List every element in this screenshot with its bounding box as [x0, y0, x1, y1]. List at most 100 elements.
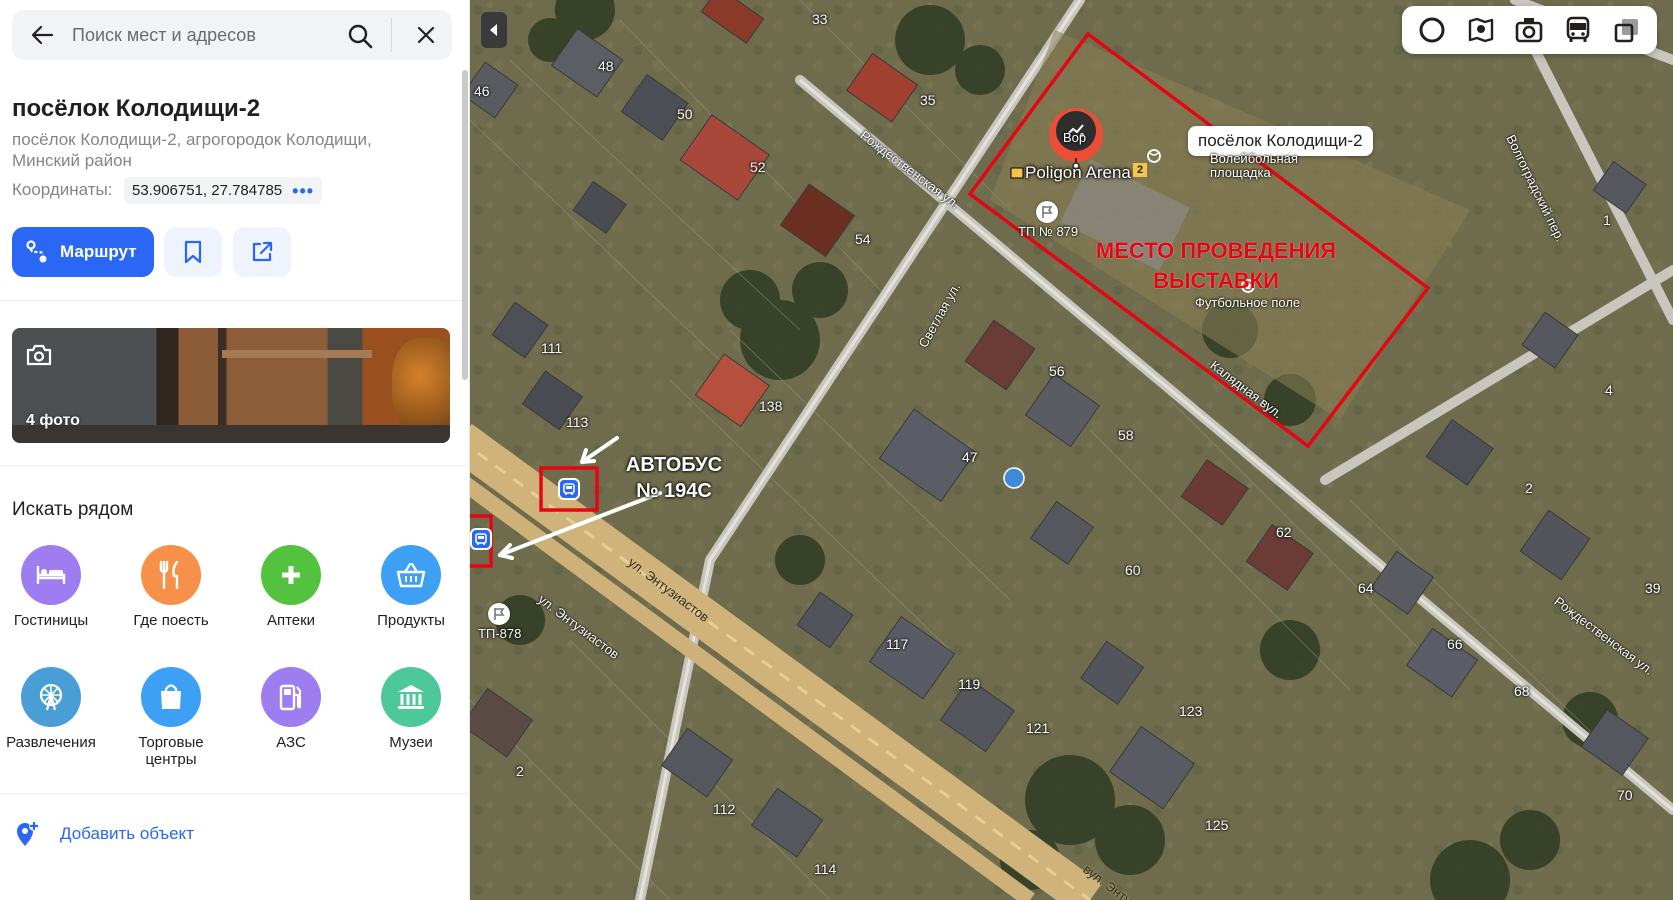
- house-number: 48: [598, 58, 614, 74]
- bus-stop-icon[interactable]: [558, 478, 580, 500]
- house-number: 113: [566, 414, 589, 430]
- category-hotels[interactable]: Гостиницы: [0, 545, 106, 629]
- house-number: 121: [1026, 720, 1050, 736]
- house-number: 112: [713, 801, 736, 817]
- chevron-left-icon: [490, 24, 497, 36]
- category-label: Гостиницы: [13, 612, 89, 629]
- add-object-link[interactable]: Добавить объект: [14, 820, 194, 848]
- search-divider: [391, 18, 392, 52]
- house-number: 64: [1358, 580, 1374, 596]
- place-address: посёлок Колодищи-2, агрогородок Колодищи…: [12, 130, 372, 170]
- bus-stop-icon[interactable]: [470, 528, 492, 550]
- museum-icon: [398, 685, 424, 709]
- football-label[interactable]: Футбольное поле: [1195, 296, 1300, 310]
- more-dots-icon[interactable]: •••: [292, 182, 314, 200]
- search-icon[interactable]: [347, 23, 373, 49]
- share-icon: [252, 241, 273, 262]
- house-number: 114: [814, 861, 837, 877]
- house-number: 52: [750, 159, 766, 175]
- category-label: Продукты: [377, 612, 445, 629]
- shopping-bag-icon: [161, 684, 181, 709]
- house-number: 66: [1447, 636, 1463, 652]
- search-box: [12, 10, 452, 60]
- house-number: 35: [920, 92, 936, 108]
- arena-label[interactable]: Poligon Arena: [1025, 163, 1131, 183]
- volleyball-label[interactable]: Волейбольная площадка: [1210, 152, 1320, 180]
- photo-content: [222, 350, 372, 358]
- section-divider: [0, 793, 468, 794]
- category-food[interactable]: Где поесть: [116, 545, 226, 629]
- house-number: 47: [962, 449, 978, 465]
- house-number: 70: [1617, 787, 1633, 803]
- flag-icon: [1036, 201, 1058, 223]
- category-label: Где поесть: [133, 612, 209, 629]
- category-label: Торговые центры: [138, 734, 204, 768]
- bus-annotation: АВТОБУС № 194С: [625, 454, 723, 502]
- route-button-label: Маршрут: [60, 242, 137, 261]
- nearby-title: Искать рядом: [12, 499, 134, 520]
- coordinates-box[interactable]: 53.906751, 27.784785 •••: [124, 177, 323, 204]
- house-number: 123: [1179, 703, 1203, 719]
- category-entertainment[interactable]: Развлечения: [0, 667, 106, 751]
- transit-button[interactable]: [1558, 10, 1598, 50]
- substation-label: ТП-878: [478, 626, 522, 641]
- house-number: 58: [1118, 427, 1134, 443]
- search-input[interactable]: [72, 10, 342, 60]
- layers-button[interactable]: [1412, 10, 1452, 50]
- house-number: 117: [886, 636, 909, 652]
- photos-layer-button[interactable]: [1509, 10, 1549, 50]
- fuel-pump-icon: [279, 684, 302, 711]
- category-malls[interactable]: Торговые центры: [116, 667, 226, 768]
- route-button[interactable]: Маршрут: [12, 227, 154, 277]
- house-number: 68: [1514, 683, 1530, 699]
- house-number: 54: [855, 231, 871, 247]
- category-pharmacy[interactable]: Аптеки: [236, 545, 346, 629]
- category-label: АЗС: [276, 734, 306, 751]
- ferris-wheel-icon: [39, 683, 63, 711]
- sidebar-scrollbar[interactable]: [462, 70, 468, 380]
- camera-icon: [1516, 18, 1543, 43]
- poi-label: Вор: [1063, 130, 1087, 145]
- house-number: 50: [677, 106, 693, 122]
- house-number: 125: [1205, 817, 1229, 833]
- house-number: 62: [1276, 524, 1292, 540]
- back-arrow-icon[interactable]: [30, 24, 54, 46]
- coordinates-value: 53.906751, 27.784785: [132, 182, 283, 199]
- add-object-label: Добавить объект: [60, 824, 194, 843]
- bed-icon: [36, 565, 66, 585]
- house-number: 33: [812, 11, 828, 27]
- house-number: 2: [1525, 480, 1533, 496]
- venue-annotation: МЕСТО ПРОВЕДЕНИЯ ВЫСТАВКИ: [1095, 238, 1337, 293]
- category-label: Музеи: [389, 734, 433, 751]
- category-gas-stations[interactable]: АЗС: [236, 667, 346, 751]
- satellite-layer-icon: [1419, 17, 1445, 43]
- map-mode-button[interactable]: [1607, 10, 1647, 50]
- photo-gallery[interactable]: 4 фото: [12, 328, 450, 443]
- close-icon[interactable]: [416, 25, 436, 45]
- panorama-icon: [1468, 17, 1494, 43]
- basket-icon: [396, 562, 426, 588]
- add-place-icon: [17, 821, 39, 846]
- panorama-button[interactable]: [1461, 10, 1501, 50]
- bookmark-icon: [184, 240, 202, 264]
- category-groceries[interactable]: Продукты: [356, 545, 466, 629]
- category-label: Аптеки: [266, 612, 316, 629]
- category-museums[interactable]: Музеи: [356, 667, 466, 751]
- house-number: 2: [516, 763, 524, 779]
- house-number: 1: [1603, 212, 1611, 228]
- route-icon: [26, 240, 47, 263]
- substation-label: ТП № 879: [1018, 224, 1079, 239]
- arena-badge: 2: [1133, 163, 1147, 177]
- collapse-sidebar-button[interactable]: [481, 12, 507, 48]
- sidebar: посёлок Колодищи-2 посёлок Колодищи-2, а…: [0, 0, 470, 900]
- house-number: 119: [958, 676, 981, 692]
- share-button[interactable]: [233, 227, 291, 277]
- cutlery-icon: [159, 560, 179, 590]
- sports-ground-icon: [1010, 167, 1024, 179]
- house-number: 138: [759, 398, 783, 414]
- bookmark-button[interactable]: [164, 227, 222, 277]
- map-view[interactable]: 33 48 46 35 50 52 54 111 113 138 56 58 4…: [470, 0, 1673, 900]
- overlay-squares-icon: [1614, 19, 1638, 43]
- section-divider: [0, 300, 468, 301]
- section-divider: [0, 465, 468, 466]
